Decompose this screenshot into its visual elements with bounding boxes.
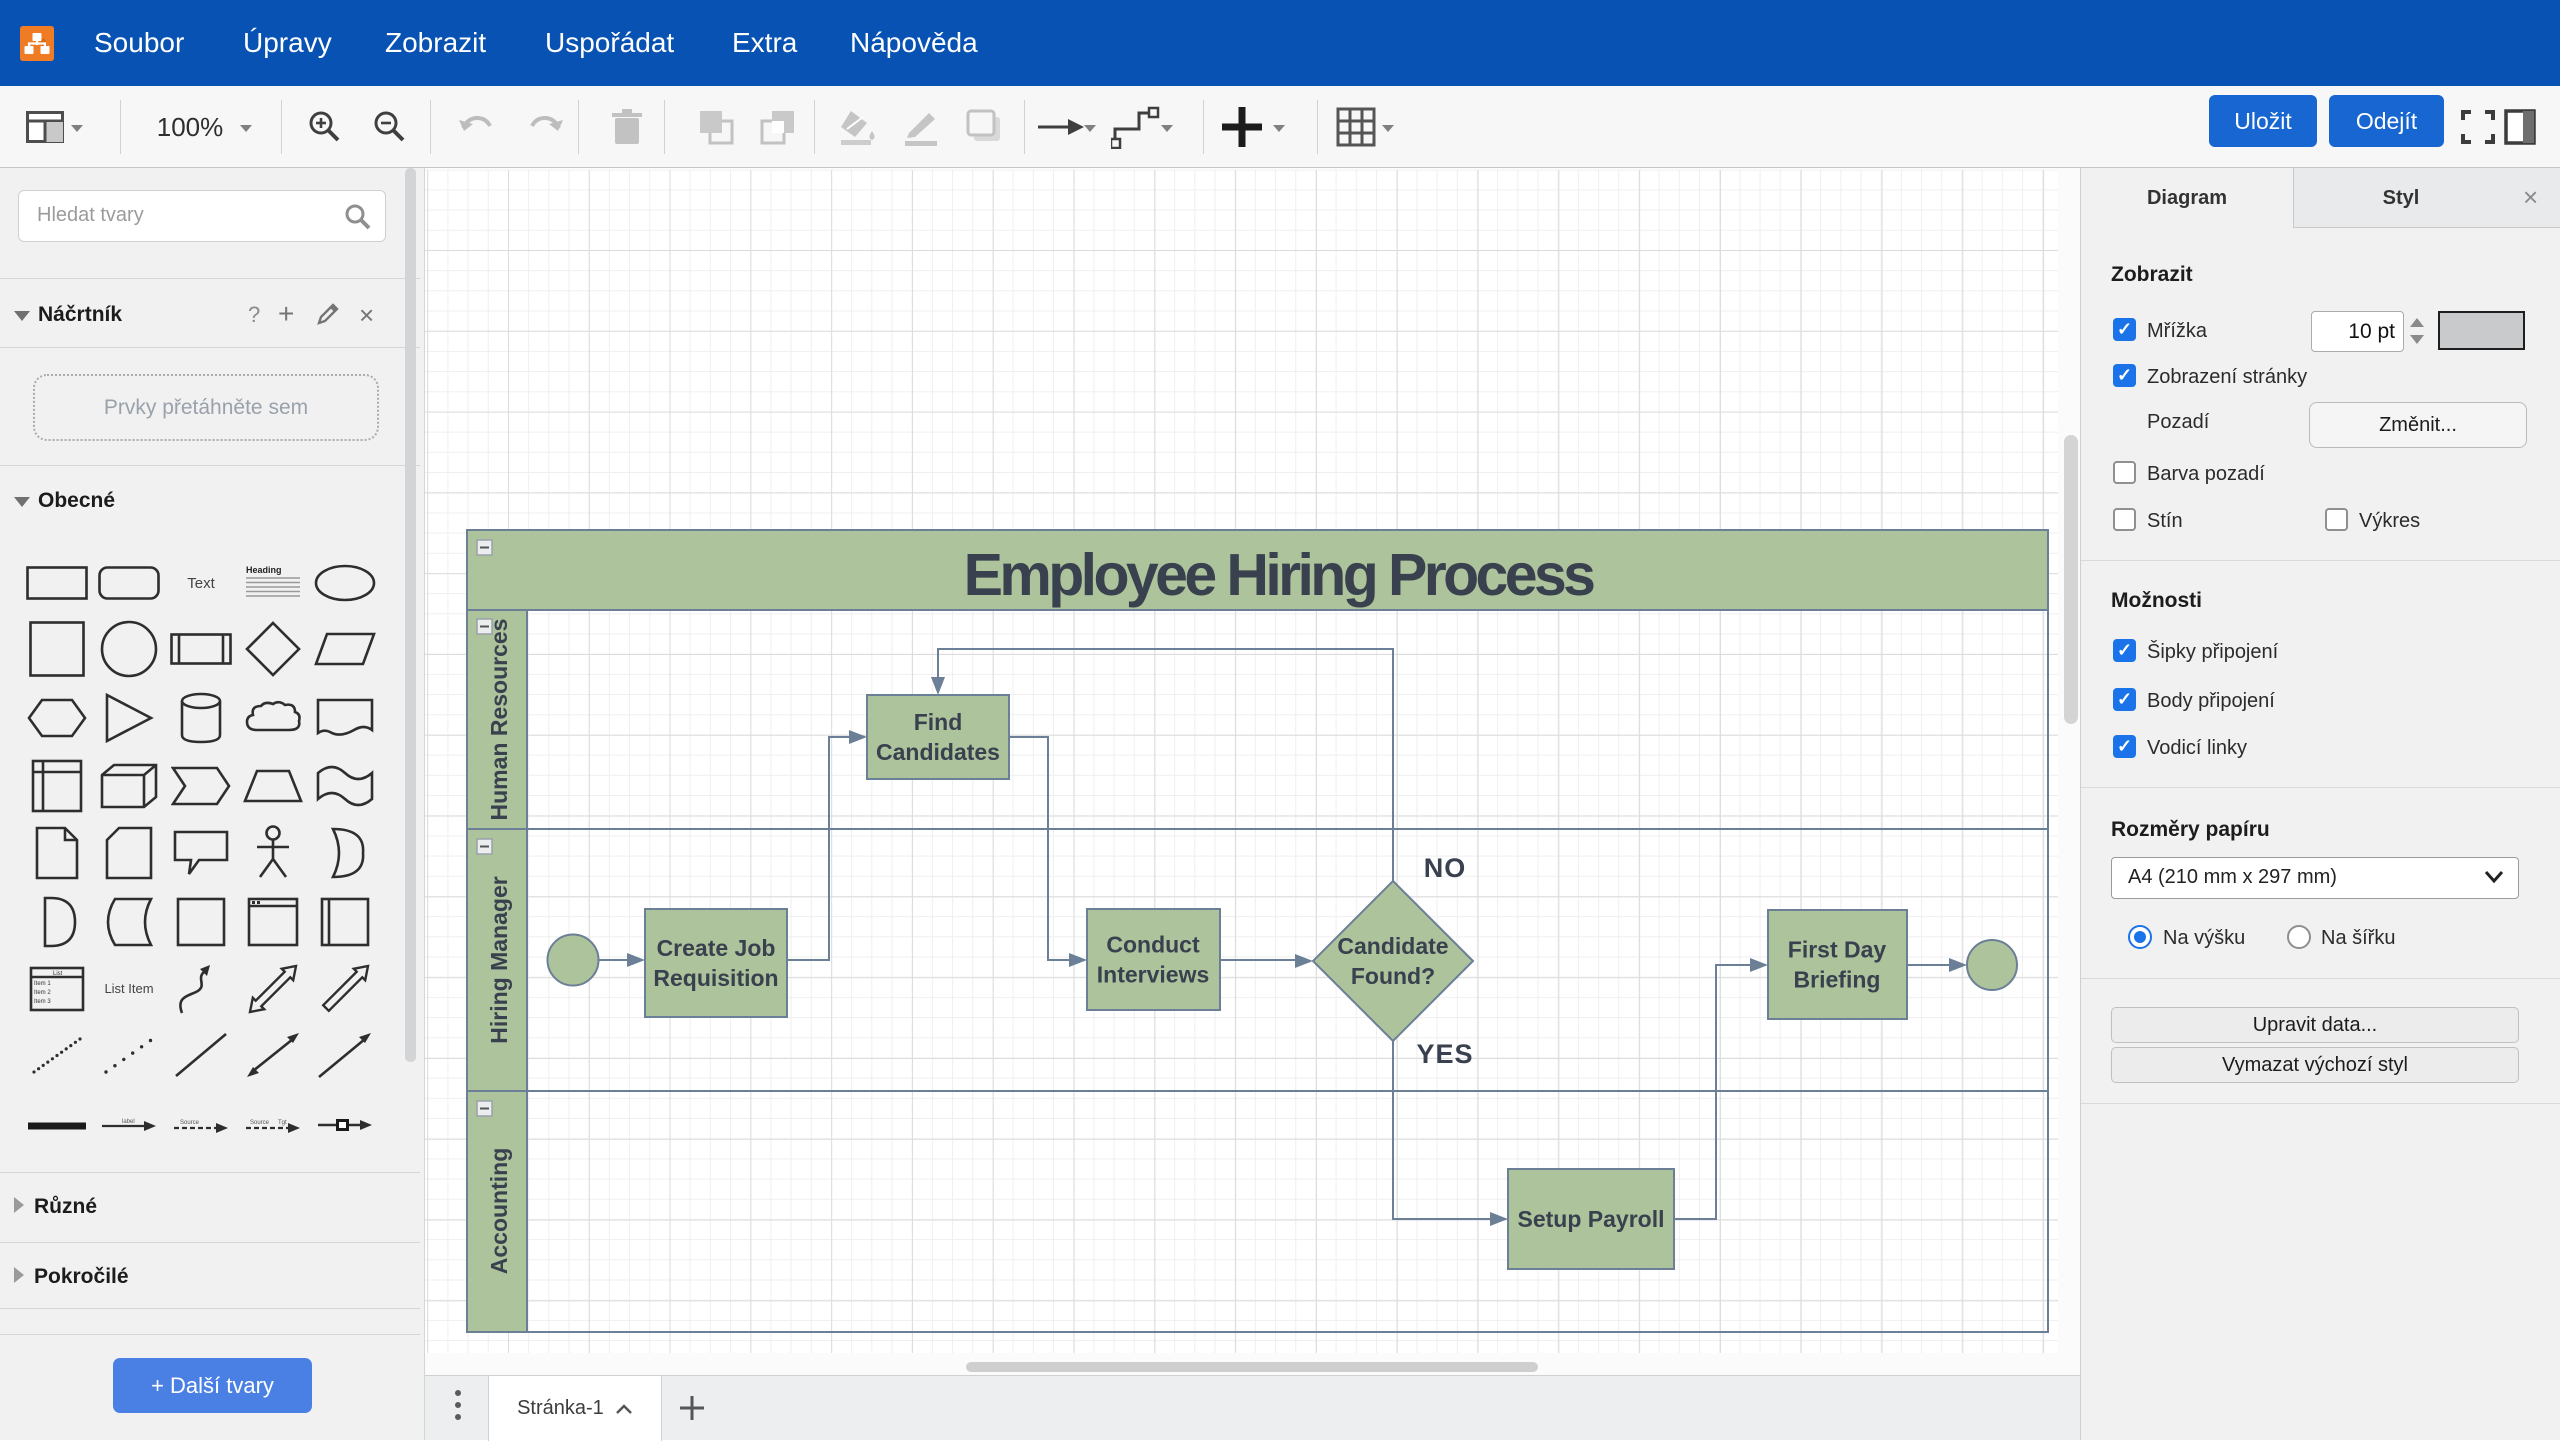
svg-text:Item 1: Item 1: [34, 981, 51, 987]
svg-text:Tgt: Tgt: [278, 1120, 287, 1126]
svg-text:Text: Text: [187, 575, 215, 592]
svg-text:Human Resources: Human Resources: [486, 619, 512, 821]
svg-text:label: label: [122, 1119, 135, 1125]
svg-text:Source: Source: [250, 1120, 270, 1126]
svg-text:Item 2: Item 2: [34, 990, 51, 996]
svg-text:List Item: List Item: [104, 981, 153, 996]
svg-text:Setup Payroll: Setup Payroll: [1518, 1206, 1665, 1232]
svg-text:Heading: Heading: [246, 565, 282, 575]
svg-text:YES: YES: [1416, 1039, 1473, 1069]
svg-text:List: List: [53, 971, 63, 977]
svg-text:Employee Hiring Process: Employee Hiring Process: [964, 542, 1595, 608]
svg-text:NO: NO: [1424, 853, 1467, 883]
svg-text:Accounting: Accounting: [486, 1148, 512, 1275]
svg-text:Hiring Manager: Hiring Manager: [486, 876, 512, 1043]
svg-text:Item 3: Item 3: [34, 999, 51, 1005]
svg-text:Source: Source: [180, 1120, 200, 1126]
